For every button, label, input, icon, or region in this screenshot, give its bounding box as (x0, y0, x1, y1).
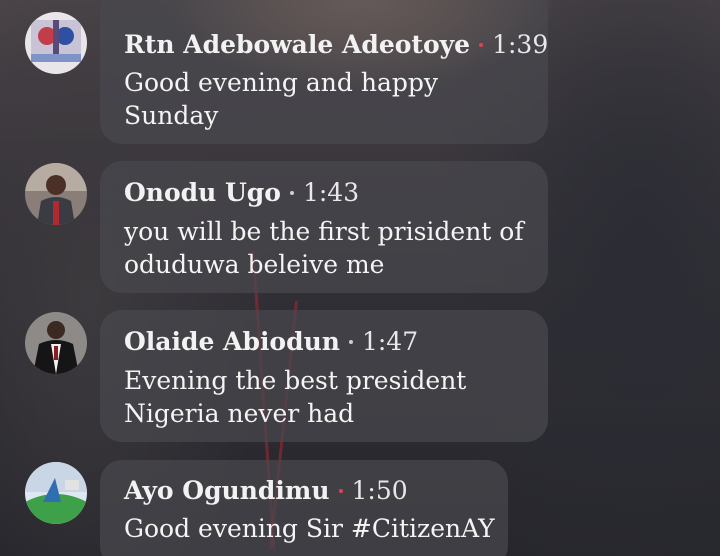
separator-dot (289, 190, 294, 195)
comment-text: Evening the best president Nigeria never… (124, 366, 467, 428)
comment-meta: Rtn Adebowale Adeotoye 1:39 (124, 30, 548, 60)
comment-time: 1:43 (302, 178, 360, 207)
comment-author[interactable]: Rtn Adebowale Adeotoye (124, 30, 470, 59)
comment-text: Good evening Sir #CitizenAY (124, 514, 495, 543)
avatar-icon (25, 163, 87, 225)
separator-dot (479, 42, 484, 47)
avatar-icon (25, 12, 87, 74)
comment-meta: Onodu Ugo 1:43 (124, 178, 359, 208)
avatar[interactable] (25, 462, 87, 524)
comment-text: you will be the first prisident of odudu… (124, 217, 524, 279)
comment-author[interactable]: Ayo Ogundimu (124, 476, 330, 505)
avatar[interactable] (25, 12, 87, 74)
comment-meta: Ayo Ogundimu 1:50 (124, 476, 408, 506)
avatar[interactable] (25, 312, 87, 374)
comment-author[interactable]: Onodu Ugo (124, 178, 281, 207)
separator-dot (338, 488, 343, 493)
avatar-icon (25, 462, 87, 524)
avatar[interactable] (25, 163, 87, 225)
live-comments-feed[interactable]: Rtn Adebowale Adeotoye 1:39 Good evening … (0, 0, 720, 556)
comment-text: Good evening and happy Sunday (124, 68, 438, 130)
comment-time: 1:39 (492, 30, 549, 59)
comment-time: 1:47 (361, 327, 419, 356)
avatar-icon (25, 312, 87, 374)
comment-time: 1:50 (351, 476, 408, 505)
live-video-background: Rtn Adebowale Adeotoye 1:39 Good evening … (0, 0, 720, 556)
comment-author[interactable]: Olaide Abiodun (124, 327, 340, 356)
separator-dot (348, 339, 353, 344)
comment-meta: Olaide Abiodun 1:47 (124, 327, 418, 357)
